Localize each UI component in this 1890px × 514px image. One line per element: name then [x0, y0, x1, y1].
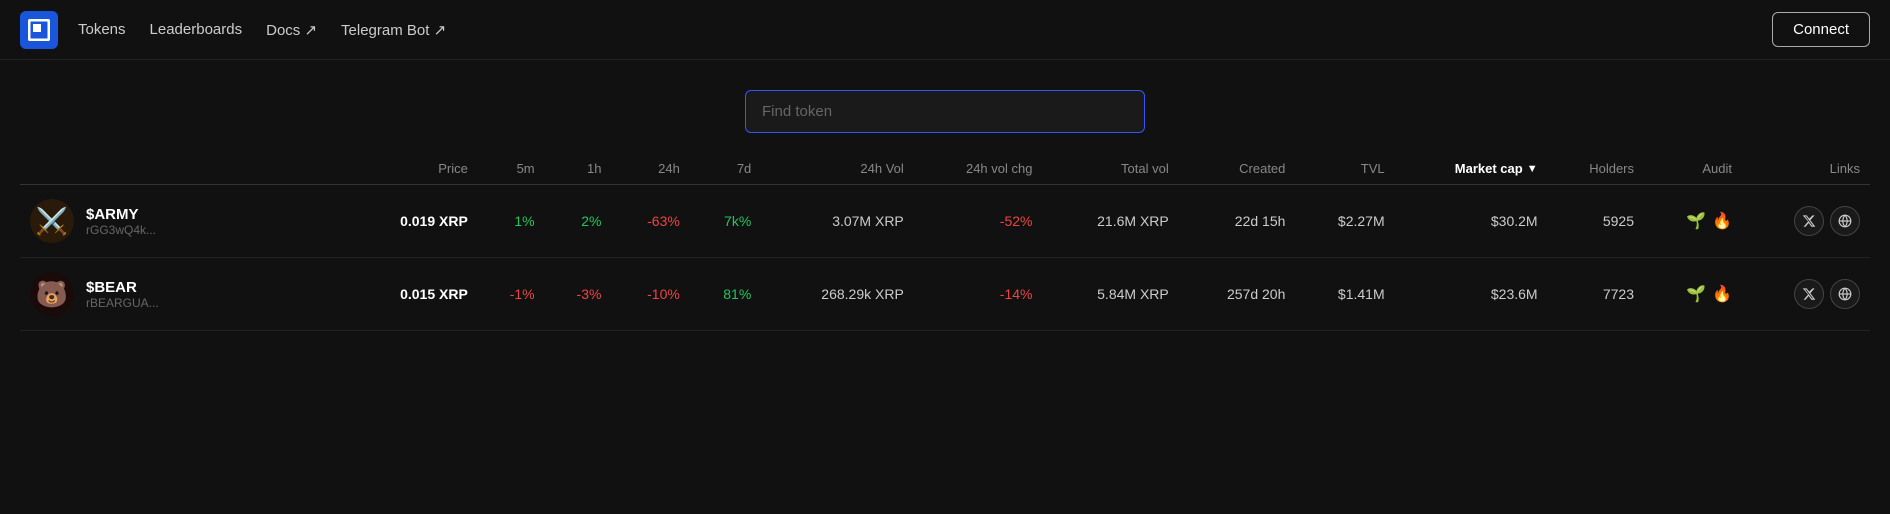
audit-1: 🌱 🔥 [1644, 258, 1742, 331]
market-cap-1: $23.6M [1395, 258, 1548, 331]
5m-1: -1% [478, 258, 545, 331]
token-table: Price 5m 1h 24h 7d 24h Vol 24h vol chg T… [20, 153, 1870, 331]
market-cap-0: $30.2M [1395, 185, 1548, 258]
col-links: Links [1742, 153, 1870, 185]
col-market-cap[interactable]: Market cap ▼ [1395, 153, 1548, 185]
sort-icon: ▼ [1527, 163, 1538, 175]
fire-icon[interactable]: 🔥 [1712, 211, 1732, 231]
nav-leaderboards[interactable]: Leaderboards [150, 21, 243, 38]
token-symbol-0: $ARMY [86, 206, 156, 223]
table-header-row: Price 5m 1h 24h 7d 24h Vol 24h vol chg T… [20, 153, 1870, 185]
col-token [20, 153, 347, 185]
tvl-1: $1.41M [1295, 258, 1394, 331]
audit-0: 🌱 🔥 [1644, 185, 1742, 258]
col-vol24h: 24h Vol [761, 153, 914, 185]
24h-0: -63% [611, 185, 689, 258]
col-total-vol: Total vol [1042, 153, 1178, 185]
search-section [0, 60, 1890, 153]
holders-0: 5925 [1548, 185, 1644, 258]
total-vol-1: 5.84M XRP [1042, 258, 1178, 331]
token-avatar-1: 🐻 [30, 272, 74, 316]
col-1h: 1h [545, 153, 612, 185]
x-link-button-0[interactable] [1794, 206, 1824, 236]
24h-1: -10% [611, 258, 689, 331]
table-row: ⚔️ $ARMY rGG3wQ4k... 0.019 XRP 1% 2% -63… [20, 185, 1870, 258]
x-link-button-1[interactable] [1794, 279, 1824, 309]
vol24h-chg-1: -14% [914, 258, 1043, 331]
plant-icon[interactable]: 🌱 [1686, 211, 1706, 231]
search-input[interactable] [745, 90, 1145, 133]
created-0: 22d 15h [1179, 185, 1296, 258]
col-audit: Audit [1644, 153, 1742, 185]
vol24h-1: 268.29k XRP [761, 258, 914, 331]
7d-1: 81% [690, 258, 761, 331]
logo [20, 11, 58, 49]
col-tvl: TVL [1295, 153, 1394, 185]
price-0: 0.019 XRP [347, 185, 478, 258]
col-vol24h-chg: 24h vol chg [914, 153, 1043, 185]
token-table-container: Price 5m 1h 24h 7d 24h Vol 24h vol chg T… [0, 153, 1890, 331]
header: Tokens Leaderboards Docs ↗ Telegram Bot … [0, 0, 1890, 60]
col-7d: 7d [690, 153, 761, 185]
col-holders: Holders [1548, 153, 1644, 185]
main-nav: Tokens Leaderboards Docs ↗ Telegram Bot … [78, 21, 1772, 39]
nav-docs[interactable]: Docs ↗ [266, 21, 317, 39]
col-24h: 24h [611, 153, 689, 185]
token-cell-1: 🐻 $BEAR rBEARGUA... [20, 258, 347, 331]
links-1 [1742, 258, 1870, 331]
nav-telegram[interactable]: Telegram Bot ↗ [341, 21, 446, 39]
col-created: Created [1179, 153, 1296, 185]
holders-1: 7723 [1548, 258, 1644, 331]
col-price: Price [347, 153, 478, 185]
vol24h-0: 3.07M XRP [761, 185, 914, 258]
globe-link-button-1[interactable] [1830, 279, 1860, 309]
token-address-0: rGG3wQ4k... [86, 223, 156, 237]
1h-0: 2% [545, 185, 612, 258]
total-vol-0: 21.6M XRP [1042, 185, 1178, 258]
table-row: 🐻 $BEAR rBEARGUA... 0.015 XRP -1% -3% -1… [20, 258, 1870, 331]
nav-tokens[interactable]: Tokens [78, 21, 126, 38]
7d-0: 7k% [690, 185, 761, 258]
market-cap-label: Market cap [1455, 161, 1523, 176]
connect-button[interactable]: Connect [1772, 12, 1870, 47]
price-1: 0.015 XRP [347, 258, 478, 331]
token-avatar-0: ⚔️ [30, 199, 74, 243]
col-5m: 5m [478, 153, 545, 185]
1h-1: -3% [545, 258, 612, 331]
token-address-1: rBEARGUA... [86, 296, 159, 310]
plant-icon[interactable]: 🌱 [1686, 284, 1706, 304]
links-0 [1742, 185, 1870, 258]
token-cell-0: ⚔️ $ARMY rGG3wQ4k... [20, 185, 347, 258]
vol24h-chg-0: -52% [914, 185, 1043, 258]
token-symbol-1: $BEAR [86, 279, 159, 296]
tvl-0: $2.27M [1295, 185, 1394, 258]
created-1: 257d 20h [1179, 258, 1296, 331]
fire-icon[interactable]: 🔥 [1712, 284, 1732, 304]
globe-link-button-0[interactable] [1830, 206, 1860, 236]
5m-0: 1% [478, 185, 545, 258]
